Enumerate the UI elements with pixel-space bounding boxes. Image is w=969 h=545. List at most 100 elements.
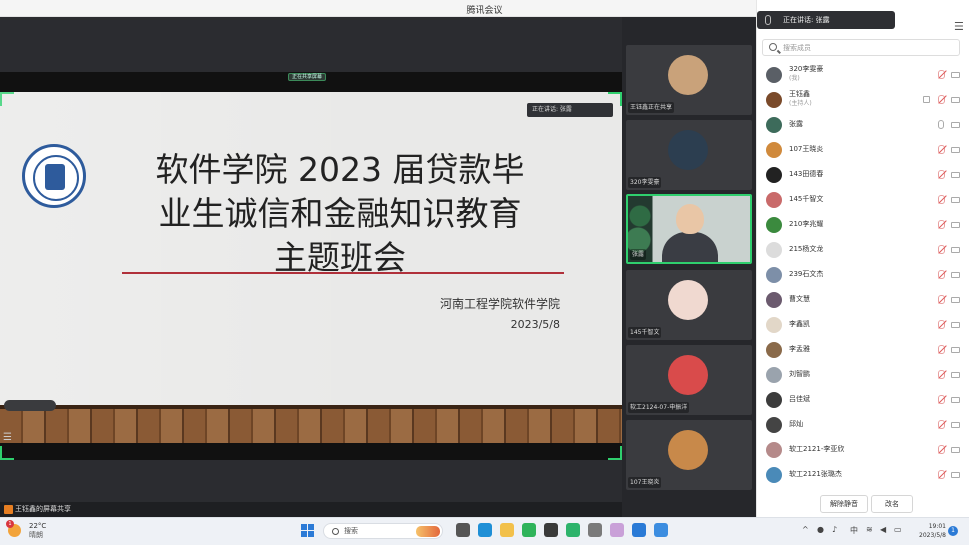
participant-row[interactable]: 320李雯豪 (我) [757, 62, 969, 87]
slide-title: 软件学院 2023 届贷款毕 业生诚信和金融知识教育 主题班会 [120, 148, 560, 280]
mic-muted-icon[interactable] [938, 320, 945, 329]
participant-row[interactable]: 107王晓炎 [757, 137, 969, 162]
participant-row[interactable]: 吕佳斌 [757, 387, 969, 412]
participant-row[interactable]: 邱灿 [757, 412, 969, 437]
avatar [766, 367, 782, 383]
app-icon[interactable] [588, 523, 602, 537]
notification-badge[interactable]: 1 [948, 526, 958, 536]
rename-button[interactable]: 改名 [871, 495, 913, 513]
camera-icon[interactable] [951, 472, 960, 478]
participant-row[interactable]: 曹文慧 [757, 287, 969, 312]
mic-muted-icon[interactable] [938, 370, 945, 379]
camera-icon[interactable] [951, 422, 960, 428]
taskbar-search[interactable]: 搜索 [323, 523, 443, 539]
edge-browser-icon[interactable] [478, 523, 492, 537]
camera-icon[interactable] [951, 72, 960, 78]
mic-muted-icon[interactable] [938, 445, 945, 454]
list-menu-icon[interactable]: ☰ [3, 432, 17, 444]
mic-muted-icon[interactable] [938, 145, 945, 154]
participant-name: 145千智文 [789, 195, 824, 203]
camera-icon[interactable] [951, 197, 960, 203]
mic-muted-icon[interactable] [938, 70, 945, 79]
mic-muted-icon[interactable] [938, 295, 945, 304]
participant-row[interactable]: 刘智鹏 [757, 362, 969, 387]
volume-icon[interactable]: ◀ [880, 525, 886, 534]
video-tile[interactable]: 145千智文 [626, 270, 752, 340]
camera-icon[interactable] [951, 97, 960, 103]
battery-icon[interactable]: ▭ [894, 525, 902, 534]
participant-row[interactable]: 软工2121张璐杰 [757, 462, 969, 487]
participant-row[interactable]: 239石文杰 [757, 262, 969, 287]
participant-row[interactable]: 210李兆耀 [757, 212, 969, 237]
panel-menu-icon[interactable]: ☰ [954, 20, 964, 33]
participant-row[interactable]: 143田德春 [757, 162, 969, 187]
slide-date: 2023/5/8 [510, 318, 560, 331]
unmute-all-button[interactable]: 解除静音 [820, 495, 868, 513]
camera-icon[interactable] [951, 372, 960, 378]
share-mini-controls[interactable] [4, 400, 56, 411]
app-icon[interactable] [544, 523, 558, 537]
tray-app-icon[interactable]: ● [817, 525, 824, 534]
mic-muted-icon[interactable] [938, 470, 945, 479]
wechat-icon[interactable] [522, 523, 536, 537]
camera-icon[interactable] [951, 122, 960, 128]
person-face [676, 204, 704, 234]
mic-muted-icon[interactable] [938, 95, 945, 104]
camera-icon[interactable] [951, 322, 960, 328]
tile-label: 软工2124-07-申振洋 [628, 402, 690, 413]
tencent-meeting-icon[interactable] [632, 523, 646, 537]
task-view-icon[interactable] [456, 523, 470, 537]
mic-on-icon[interactable] [938, 120, 944, 129]
camera-icon[interactable] [951, 222, 960, 228]
app-icon[interactable] [610, 523, 624, 537]
share-status-pill[interactable]: 正在共享屏幕 [288, 73, 327, 81]
camera-icon[interactable] [951, 297, 960, 303]
slide-title-line: 业生诚信和金融知识教育 [158, 194, 522, 233]
mic-muted-icon[interactable] [938, 195, 945, 204]
mic-muted-icon[interactable] [938, 170, 945, 179]
participant-row[interactable]: 145千智文 [757, 187, 969, 212]
mic-muted-icon[interactable] [938, 245, 945, 254]
avatar [766, 442, 782, 458]
participant-row[interactable]: 张露 [757, 112, 969, 137]
participant-row[interactable]: 李鑫凯 [757, 312, 969, 337]
mic-muted-icon[interactable] [938, 270, 945, 279]
weather-badge: 1 [6, 520, 14, 528]
chrome-icon[interactable] [566, 523, 580, 537]
avatar [766, 417, 782, 433]
participant-row[interactable]: 软工2121-李亚欣 [757, 437, 969, 462]
mic-icon[interactable]: ♪ [832, 525, 837, 534]
camera-icon[interactable] [951, 397, 960, 403]
clock-time: 19:01 [928, 523, 946, 530]
wifi-icon[interactable]: ≋ [866, 525, 873, 534]
participant-name: 李孟雅 [789, 345, 810, 353]
file-explorer-icon[interactable] [500, 523, 514, 537]
camera-icon[interactable] [951, 447, 960, 453]
participant-row[interactable]: 王钰鑫 (主持人) [757, 87, 969, 112]
windows-start-icon[interactable] [301, 524, 314, 537]
camera-icon[interactable] [951, 172, 960, 178]
chevron-up-icon[interactable]: ^ [802, 525, 809, 534]
app-icon[interactable] [654, 523, 668, 537]
participant-row[interactable]: 李孟雅 [757, 337, 969, 362]
camera-icon[interactable] [951, 147, 960, 153]
camera-icon[interactable] [951, 247, 960, 253]
video-tile[interactable]: 王钰鑫正在共享 [626, 45, 752, 115]
member-search-input[interactable]: 搜索成员 [762, 39, 960, 56]
mic-muted-icon[interactable] [938, 420, 945, 429]
taskbar-clock[interactable]: 19:01 2023/5/8 [912, 522, 946, 540]
camera-icon[interactable] [951, 347, 960, 353]
video-tile[interactable]: 107王晓炎 [626, 420, 752, 490]
video-tile-active[interactable]: 张露 [626, 194, 752, 264]
mic-muted-icon[interactable] [938, 220, 945, 229]
camera-icon[interactable] [951, 272, 960, 278]
mic-muted-icon[interactable] [938, 345, 945, 354]
avatar [766, 192, 782, 208]
mic-muted-icon[interactable] [938, 395, 945, 404]
ime-indicator[interactable]: 中 [850, 525, 858, 536]
participant-name: 王钰鑫 [789, 90, 810, 98]
participant-row[interactable]: 215杨文龙 [757, 237, 969, 262]
stage-footer [0, 502, 622, 517]
video-tile[interactable]: 320李雯豪 [626, 120, 752, 190]
video-tile[interactable]: 软工2124-07-申振洋 [626, 345, 752, 415]
